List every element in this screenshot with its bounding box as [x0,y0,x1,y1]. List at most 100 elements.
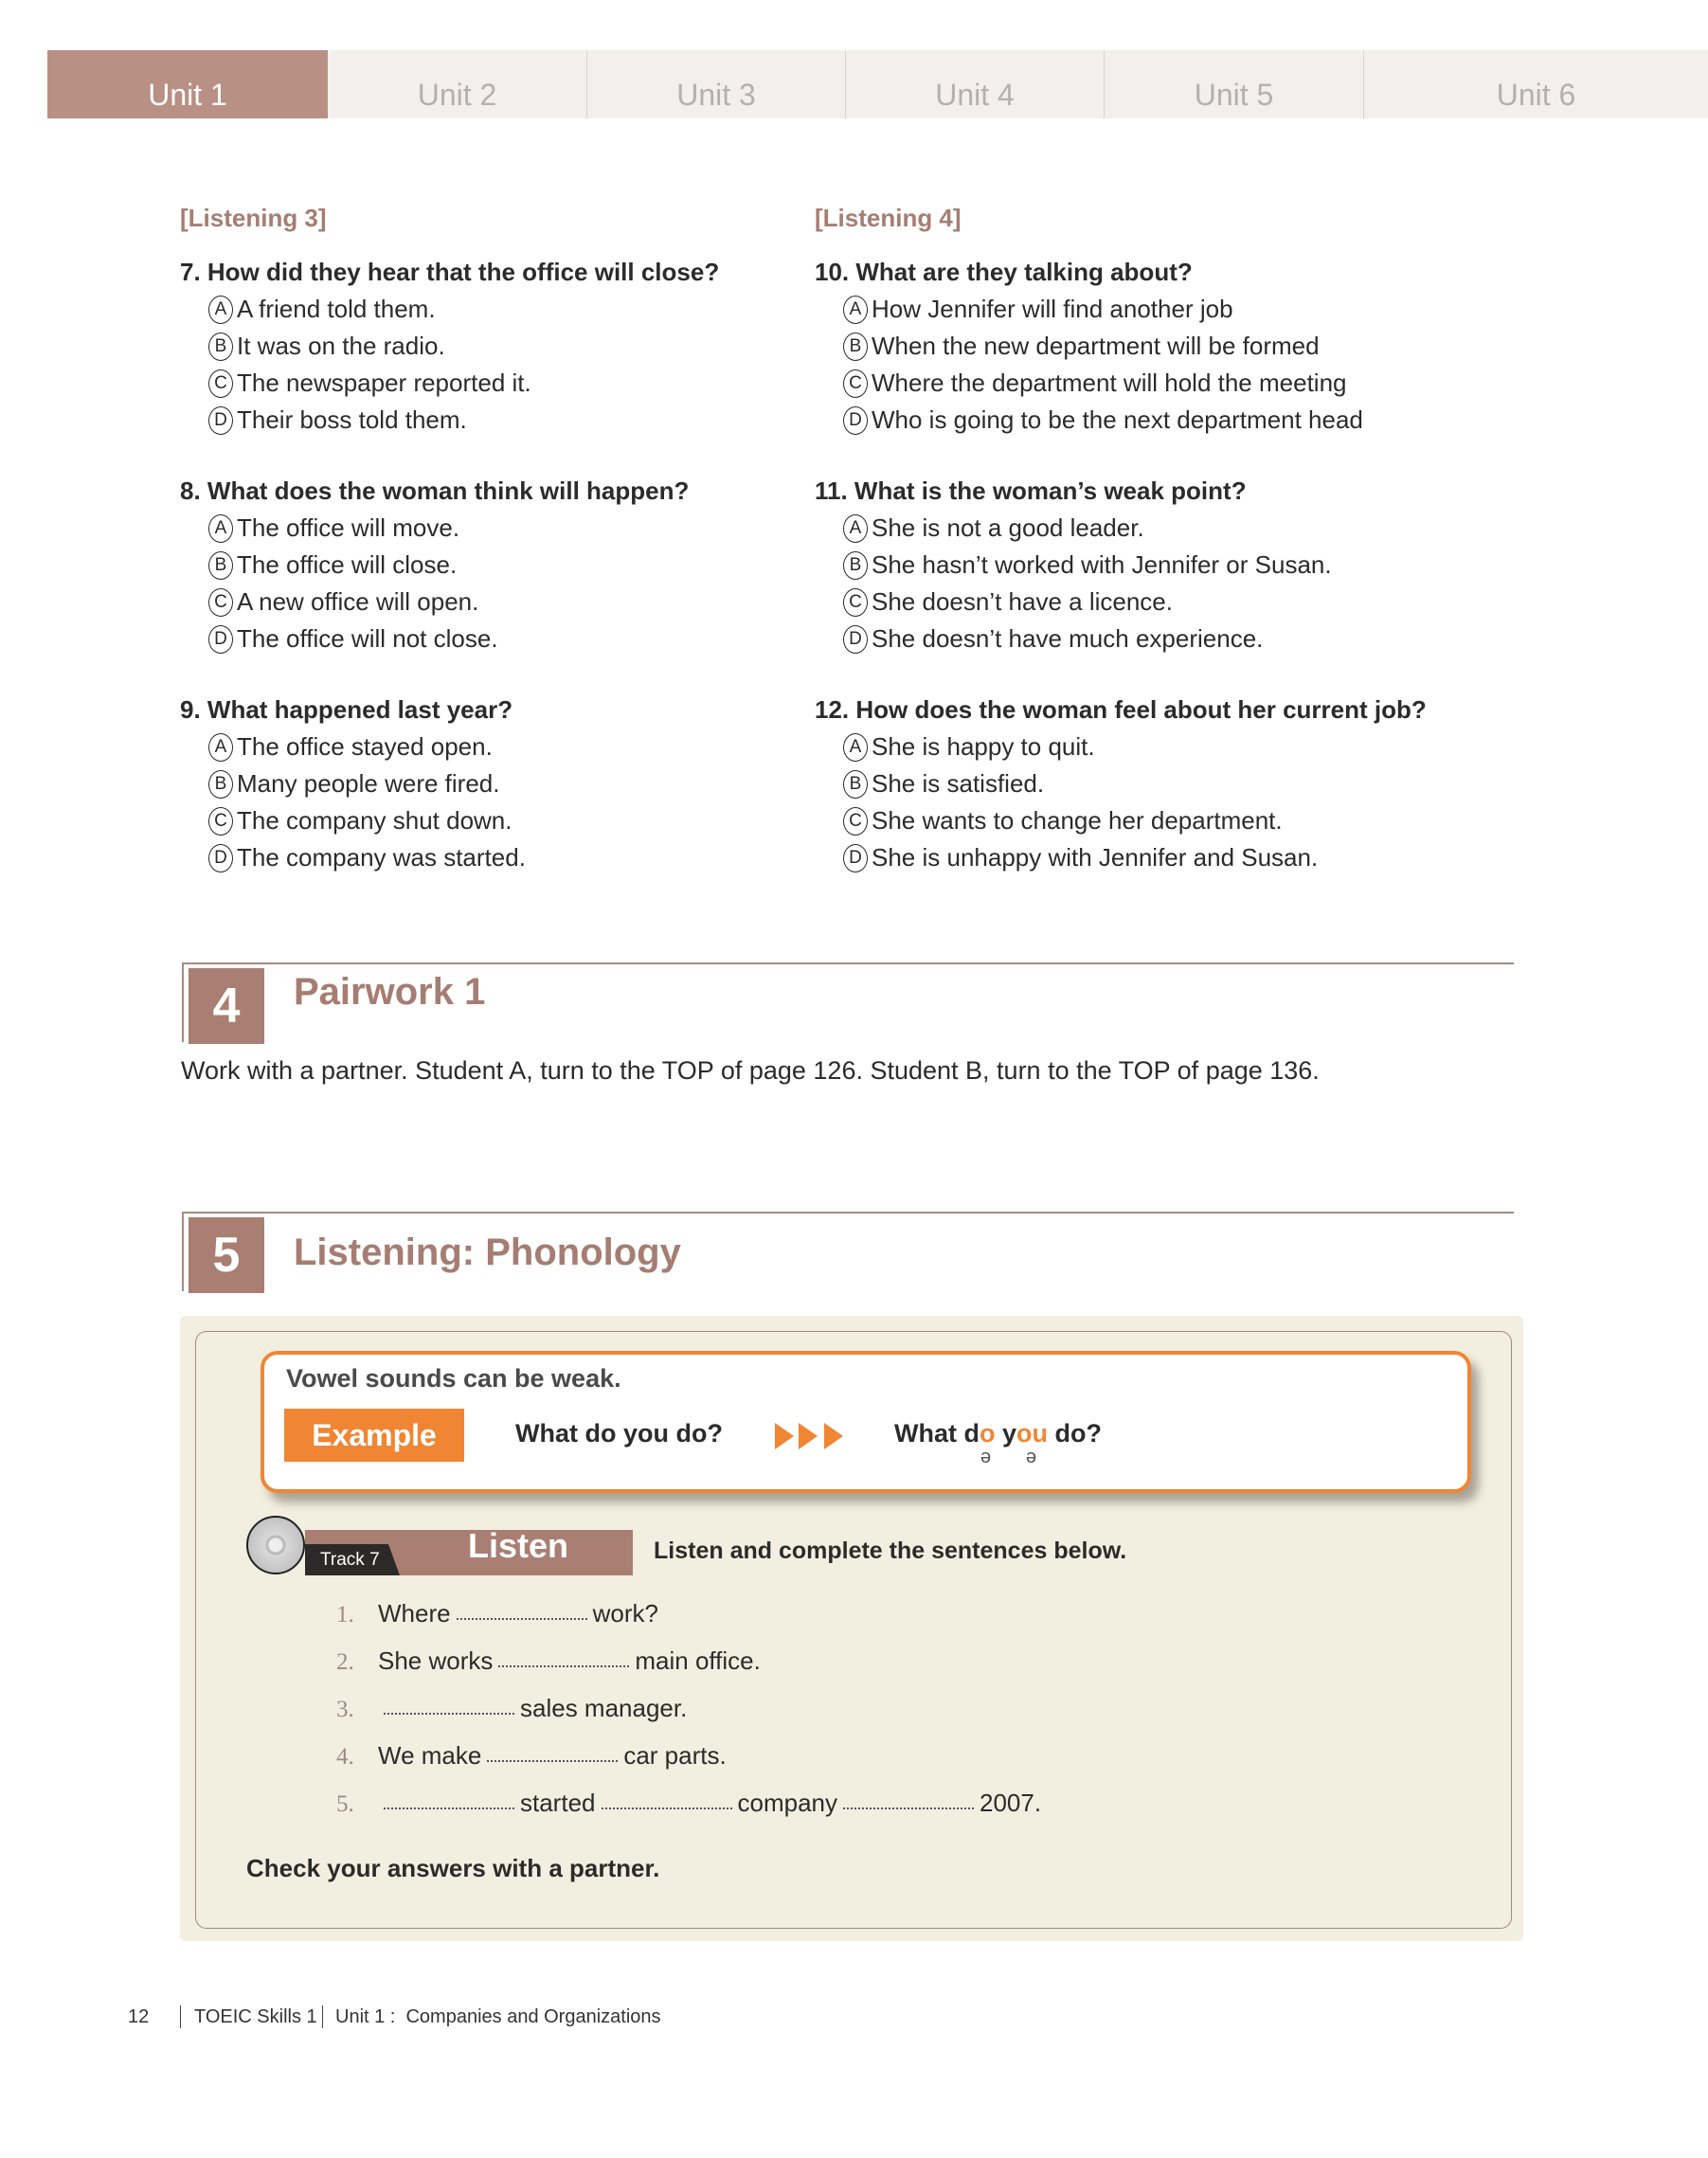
option-letter-circle: D [208,624,233,654]
section-4-vline [182,962,184,1042]
answer-option[interactable]: C Where the department will hold the meet… [815,365,1427,402]
option-letter-circle: A [843,513,868,543]
answer-option[interactable]: A She is happy to quit. [815,728,1427,765]
option-text: She is happy to quit. [872,732,1095,761]
answer-blank[interactable] [843,1807,974,1809]
footer-separator [180,2005,181,2028]
answer-option[interactable]: A The office will move. [180,510,719,547]
tab-unit-5[interactable]: Unit 5 [1105,50,1364,118]
section-5-number: 5 [189,1217,264,1293]
answer-blank[interactable] [384,1712,514,1715]
schwa-symbol: ə [980,1447,992,1467]
answer-blank[interactable] [487,1759,619,1762]
answer-option[interactable]: D The office will not close. [180,620,719,657]
answer-option[interactable]: CA new office will open. [180,584,719,620]
answer-option[interactable]: A The office stayed open. [180,728,719,765]
question-text: 9. What happened last year? [180,695,513,724]
option-letter-circle: C [208,369,233,398]
sentence-fragment: company [737,1789,838,1817]
option-text: She is satisfied. [872,769,1045,798]
sentence-number: 3. [336,1697,354,1722]
arrow-icon [775,1423,794,1449]
answer-option[interactable]: D The company was started. [180,839,719,876]
sentence-fragment: We make [378,1741,482,1770]
answer-blank[interactable] [498,1664,630,1667]
sentence-fragment: sales manager. [520,1694,688,1722]
answer-option[interactable]: C The company shut down. [180,802,719,839]
sentence-fragment: She works [378,1646,494,1675]
sentence-fragment: work? [592,1599,658,1627]
option-text: The office will not close. [237,624,498,653]
sentence-row: 3. sales manager. [336,1694,687,1723]
option-text: The company was started. [237,843,526,872]
weak-part: What d [894,1419,980,1448]
weak-vowel-highlight: ou [1016,1419,1049,1448]
answer-option[interactable]: A She is not a good leader. [815,510,1427,547]
answer-option[interactable]: D Their boss told them. [180,402,719,439]
footer-separator [322,2005,323,2028]
question-block: 8. What does the woman think will happen… [180,473,719,657]
weak-part: do? [1048,1419,1102,1448]
cd-audio-icon[interactable] [246,1516,305,1574]
option-text: The office will close. [237,550,458,579]
tab-unit-6[interactable]: Unit 6 [1364,50,1708,118]
sentence-fragment: main office. [635,1646,761,1675]
answer-option[interactable]: D She is unhappy with Jennifer and Susan. [815,839,1427,876]
question-block: 7. How did they hear that the office wil… [180,254,719,439]
sentence-number: 2. [336,1649,354,1675]
question-block: 9. What happened last year? A The office s… [180,692,719,876]
answer-option[interactable]: B The office will close. [180,547,719,584]
answer-option[interactable]: A How Jennifer will find another job [815,291,1427,328]
answer-option[interactable]: B It was on the radio. [180,328,719,365]
sentence-fragment: car parts. [623,1741,727,1770]
option-text: She is unhappy with Jennifer and Susan. [872,843,1319,872]
option-text: The company shut down. [237,806,512,835]
answer-blank[interactable] [456,1617,587,1620]
option-text: She hasn’t worked with Jennifer or Susan… [872,550,1332,579]
answer-option[interactable]: D Who is going to be the next department … [815,402,1427,439]
tab-unit-3[interactable]: Unit 3 [587,50,846,118]
option-letter-circle: B [208,550,233,580]
option-text: She is not a good leader. [872,513,1144,542]
answer-blank[interactable] [601,1807,732,1809]
option-letter-circle: C [843,587,868,617]
answer-option[interactable]: AA friend told them. [180,291,719,328]
option-letter-circle: A [208,295,233,324]
sentence-number: 1. [336,1602,354,1627]
question-block: 10. What are they talking about? A How Jen… [815,254,1427,439]
answer-option[interactable]: C She wants to change her department. [815,802,1427,839]
section-5-vline [182,1212,184,1291]
option-text: It was on the radio. [237,332,445,360]
option-letter-circle: D [843,624,868,654]
arrow-icon [799,1423,818,1449]
tab-unit-4[interactable]: Unit 4 [846,50,1105,118]
answer-option[interactable]: B When the new department will be formed [815,328,1427,365]
answer-option[interactable]: B Many people were fired. [180,765,719,802]
answer-option[interactable]: C The newspaper reported it. [180,365,719,402]
option-letter-circle: C [843,369,868,398]
answer-blank[interactable] [384,1807,514,1809]
option-text: A friend told them. [237,295,436,323]
option-letter-circle: C [208,587,233,617]
option-text: The office will move. [237,513,460,542]
weak-part: y [995,1419,1017,1448]
tab-unit-1[interactable]: Unit 1 [47,50,328,118]
option-text: She wants to change her department. [872,806,1283,835]
section-5-divider [182,1212,1514,1214]
option-letter-circle: D [843,405,868,435]
option-text: Many people were fired. [237,769,500,798]
example-weak-form: What do you do? [894,1419,1102,1448]
schwa-symbol: ə [1026,1447,1037,1467]
arrow-icon [824,1423,843,1449]
answer-option[interactable]: D She doesn’t have much experience. [815,620,1427,657]
section-4-divider [182,962,1514,964]
example-label: Example [284,1409,464,1462]
option-letter-circle: C [843,806,868,836]
answer-option[interactable]: C She doesn’t have a licence. [815,584,1427,620]
tab-unit-2[interactable]: Unit 2 [328,50,587,118]
sentence-number: 5. [336,1791,354,1817]
answer-option[interactable]: B She is satisfied. [815,765,1427,802]
listen-instruction: Listen and complete the sentences below. [654,1538,1127,1564]
answer-option[interactable]: B She hasn’t worked with Jennifer or Susa… [815,547,1427,584]
option-letter-circle: D [208,405,233,435]
